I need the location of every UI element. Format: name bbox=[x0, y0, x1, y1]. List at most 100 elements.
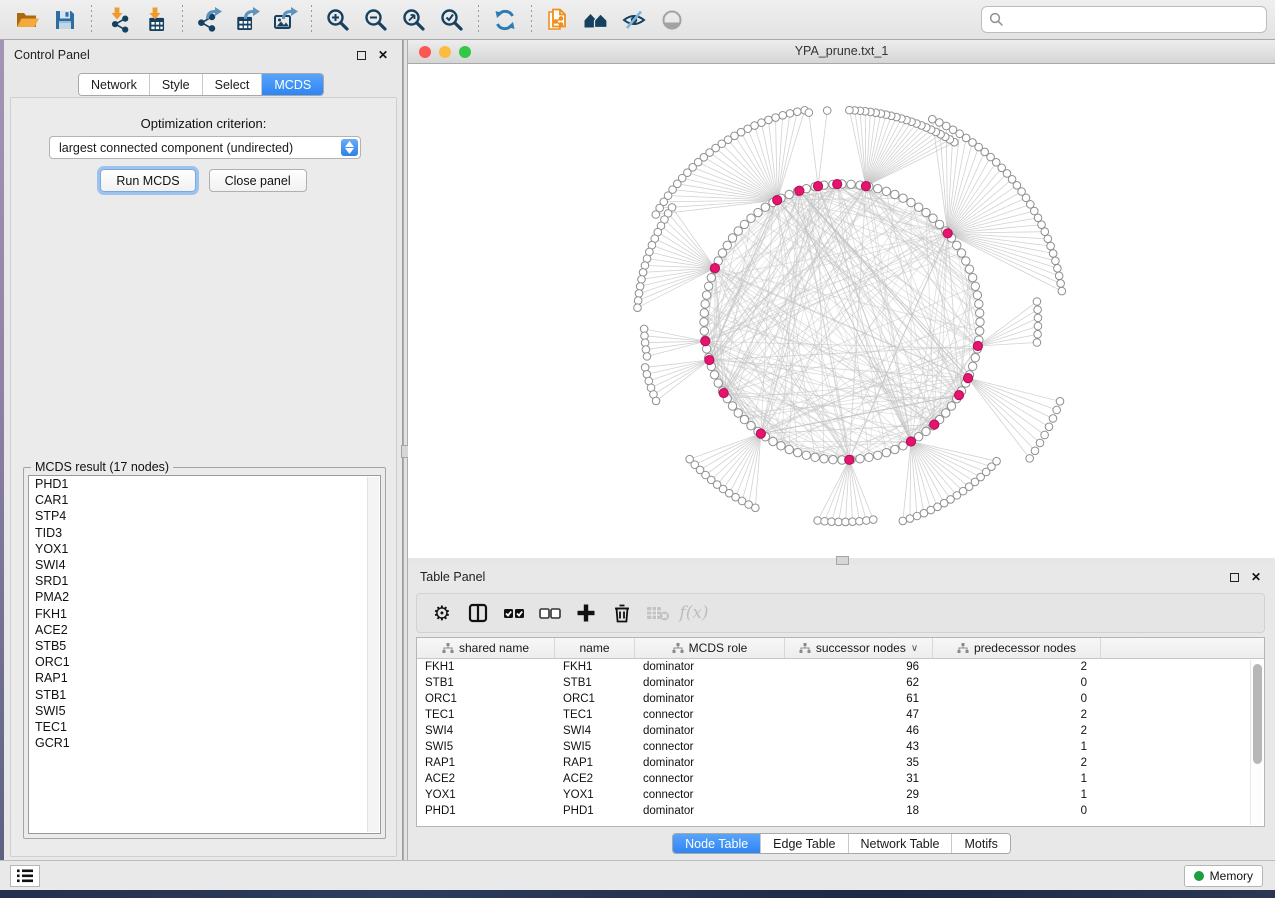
save-session-button[interactable] bbox=[48, 4, 82, 36]
network-node[interactable] bbox=[1033, 339, 1041, 347]
mcds-result-item[interactable]: GCR1 bbox=[29, 735, 380, 751]
network-hub-node[interactable] bbox=[954, 391, 963, 400]
network-node[interactable] bbox=[1026, 455, 1034, 463]
table-row[interactable]: FKH1FKH1dominator962 bbox=[417, 659, 1264, 675]
float-table-panel-button[interactable] bbox=[1227, 570, 1241, 584]
network-node[interactable] bbox=[922, 427, 930, 435]
network-node[interactable] bbox=[882, 187, 890, 195]
tab-select[interactable]: Select bbox=[203, 74, 263, 95]
network-node[interactable] bbox=[935, 220, 943, 228]
network-node[interactable] bbox=[976, 318, 984, 326]
network-node[interactable] bbox=[1033, 298, 1041, 306]
network-node[interactable] bbox=[701, 300, 709, 308]
network-node[interactable] bbox=[754, 208, 762, 216]
network-hub-node[interactable] bbox=[845, 455, 854, 464]
tab-mcds[interactable]: MCDS bbox=[262, 74, 323, 95]
network-node[interactable] bbox=[1054, 264, 1062, 272]
network-node[interactable] bbox=[642, 346, 650, 354]
network-node[interactable] bbox=[772, 114, 780, 122]
network-node[interactable] bbox=[1055, 272, 1063, 280]
network-node[interactable] bbox=[968, 273, 976, 281]
network-node[interactable] bbox=[1034, 306, 1042, 314]
network-node[interactable] bbox=[636, 283, 644, 291]
network-node[interactable] bbox=[734, 227, 742, 235]
table-row[interactable]: ORC1ORC1dominator610 bbox=[417, 691, 1264, 707]
network-hub-node[interactable] bbox=[833, 179, 842, 188]
network-node[interactable] bbox=[874, 451, 882, 459]
network-node[interactable] bbox=[777, 442, 785, 450]
network-canvas[interactable] bbox=[408, 64, 1275, 558]
close-panel-action-button[interactable]: Close panel bbox=[209, 169, 307, 192]
add-column-button[interactable] bbox=[571, 598, 601, 628]
network-node[interactable] bbox=[863, 517, 871, 525]
select-all-button[interactable] bbox=[499, 598, 529, 628]
column-header-predecessor-nodes[interactable]: predecessor nodes bbox=[933, 638, 1101, 658]
network-node[interactable] bbox=[975, 300, 983, 308]
mcds-result-item[interactable]: RAP1 bbox=[29, 670, 380, 686]
column-header-shared-name[interactable]: shared name bbox=[417, 638, 555, 658]
tab-network-table[interactable]: Network Table bbox=[849, 834, 953, 853]
network-node[interactable] bbox=[643, 353, 651, 361]
network-node[interactable] bbox=[891, 190, 899, 198]
network-node[interactable] bbox=[785, 190, 793, 198]
network-node[interactable] bbox=[1045, 423, 1053, 431]
table-row[interactable]: YOX1YOX1connector291 bbox=[417, 787, 1264, 803]
tab-network[interactable]: Network bbox=[79, 74, 150, 95]
network-node[interactable] bbox=[802, 451, 810, 459]
show-details-button[interactable] bbox=[655, 4, 689, 36]
network-node[interactable] bbox=[1038, 221, 1046, 229]
network-node[interactable] bbox=[702, 291, 710, 299]
network-node[interactable] bbox=[976, 309, 984, 317]
network-node[interactable] bbox=[971, 354, 979, 362]
network-hub-node[interactable] bbox=[973, 341, 982, 350]
network-node[interactable] bbox=[765, 116, 773, 124]
network-node[interactable] bbox=[962, 257, 970, 265]
network-node[interactable] bbox=[1049, 415, 1057, 423]
mcds-result-item[interactable]: SRD1 bbox=[29, 573, 380, 589]
network-node[interactable] bbox=[1034, 322, 1042, 330]
hide-details-button[interactable] bbox=[617, 4, 651, 36]
network-node[interactable] bbox=[728, 234, 736, 242]
network-node[interactable] bbox=[820, 455, 828, 463]
apply-layout-button[interactable] bbox=[488, 4, 522, 36]
network-node[interactable] bbox=[652, 397, 660, 405]
run-mcds-button[interactable]: Run MCDS bbox=[100, 169, 195, 192]
mcds-result-item[interactable]: PHD1 bbox=[29, 476, 380, 492]
close-table-panel-button[interactable]: ✕ bbox=[1249, 570, 1263, 584]
home-button[interactable] bbox=[579, 4, 613, 36]
network-hub-node[interactable] bbox=[963, 374, 972, 383]
network-hub-node[interactable] bbox=[906, 437, 915, 446]
column-header-successor-nodes[interactable]: successor nodes∨ bbox=[785, 638, 933, 658]
network-node[interactable] bbox=[634, 297, 642, 305]
network-node[interactable] bbox=[973, 291, 981, 299]
network-node[interactable] bbox=[700, 318, 708, 326]
network-node[interactable] bbox=[641, 262, 649, 270]
table-scrollbar[interactable] bbox=[1250, 660, 1263, 825]
network-node[interactable] bbox=[882, 448, 890, 456]
network-node[interactable] bbox=[899, 517, 907, 525]
network-node[interactable] bbox=[814, 517, 822, 525]
network-node[interactable] bbox=[1034, 331, 1042, 339]
network-node[interactable] bbox=[761, 203, 769, 211]
network-node[interactable] bbox=[914, 203, 922, 211]
network-node[interactable] bbox=[1034, 314, 1042, 322]
table-row[interactable]: ACE2ACE2connector311 bbox=[417, 771, 1264, 787]
network-node[interactable] bbox=[856, 517, 864, 525]
network-node[interactable] bbox=[769, 437, 777, 445]
network-node[interactable] bbox=[1057, 280, 1065, 288]
splitter-handle[interactable] bbox=[836, 556, 849, 565]
network-node[interactable] bbox=[793, 108, 801, 116]
network-node[interactable] bbox=[957, 249, 965, 257]
horizontal-splitter[interactable] bbox=[408, 558, 1275, 565]
export-table-button[interactable] bbox=[230, 4, 264, 36]
network-hub-node[interactable] bbox=[773, 196, 782, 205]
delete-column-button[interactable] bbox=[607, 598, 637, 628]
table-row[interactable]: RAP1RAP1dominator352 bbox=[417, 755, 1264, 771]
network-hub-node[interactable] bbox=[943, 229, 952, 238]
mcds-result-item[interactable]: TEC1 bbox=[29, 719, 380, 735]
network-node[interactable] bbox=[906, 515, 914, 523]
network-node[interactable] bbox=[786, 110, 794, 118]
export-image-button[interactable] bbox=[268, 4, 302, 36]
network-node[interactable] bbox=[635, 290, 643, 298]
network-hub-node[interactable] bbox=[719, 388, 728, 397]
